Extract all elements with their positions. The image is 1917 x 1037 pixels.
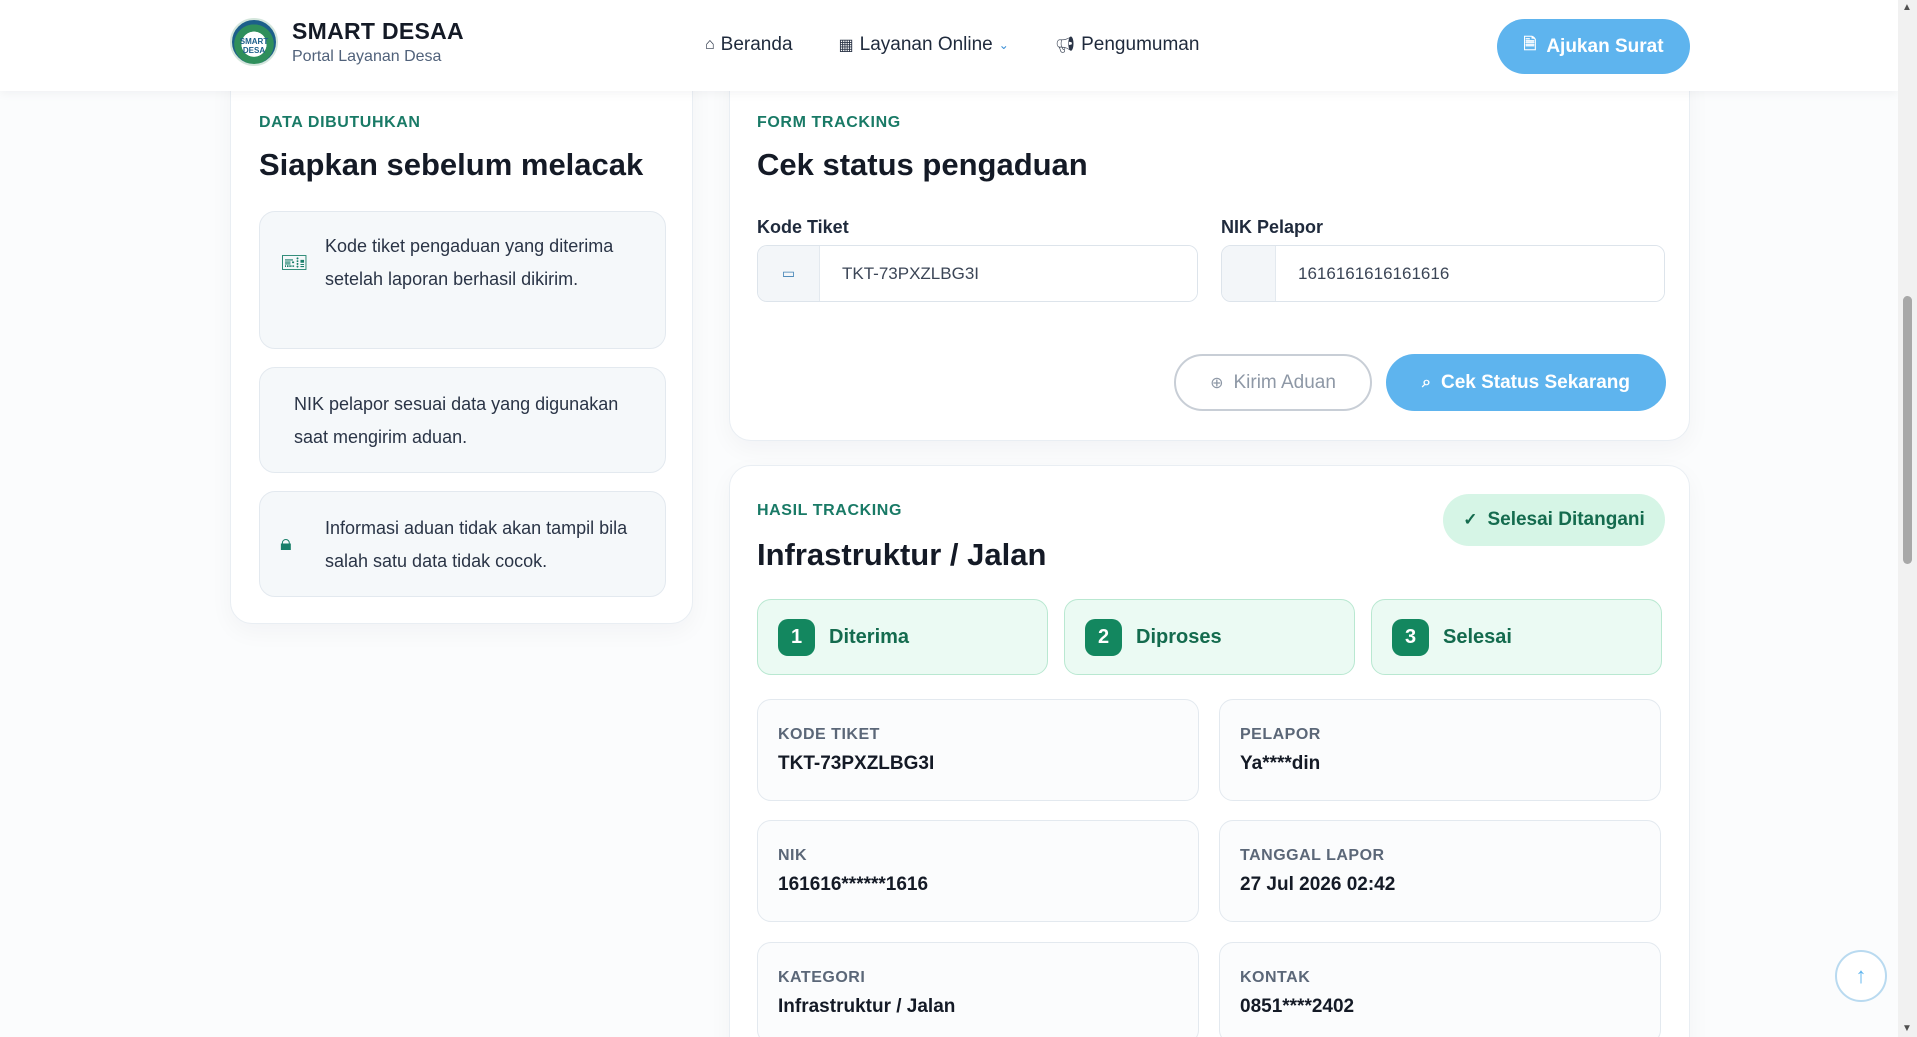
- scroll-down-arrow-icon[interactable]: ▼: [1902, 1023, 1912, 1034]
- step-number: 1: [778, 618, 815, 656]
- chevron-down-icon: ⌄: [998, 38, 1009, 52]
- detail-kode-tiket: KODE TIKET TKT-73PXZLBG3I: [757, 699, 1199, 801]
- brand[interactable]: SMART DESA SMART DESAA Portal Layanan De…: [230, 18, 464, 66]
- kirim-aduan-label: Kirim Aduan: [1233, 371, 1336, 393]
- status-label: Selesai Ditangani: [1487, 509, 1645, 530]
- prep-eyebrow: DATA DIBUTUHKAN: [259, 114, 421, 131]
- search-icon: ⌕: [1422, 373, 1431, 391]
- detail-label: NIK: [778, 847, 808, 864]
- prep-item-privacy: 🔒︎ Informasi aduan tidak akan tampil bil…: [259, 491, 666, 597]
- page-viewport: SMART DESA SMART DESAA Portal Layanan De…: [0, 0, 1898, 1037]
- cek-status-label: Cek Status Sekarang: [1440, 371, 1630, 393]
- main-nav: ⌂ Beranda ▦ Layanan Online ⌄ 📢︎ Pengumum…: [705, 34, 1245, 56]
- detail-tanggal-lapor: TANGGAL LAPOR 27 Jul 2026 02:42: [1219, 820, 1661, 922]
- detail-value: TKT-73PXZLBG3I: [778, 753, 935, 774]
- brand-text: SMART DESAA Portal Layanan Desa: [292, 18, 464, 66]
- lock-icon: 🔒︎: [280, 530, 292, 555]
- step-label: Selesai: [1443, 625, 1512, 648]
- detail-label: KODE TIKET: [778, 726, 880, 743]
- chat-plus-icon: ⊕: [1210, 374, 1224, 392]
- form-title: Cek status pengaduan: [757, 147, 1088, 182]
- megaphone-icon: 📢︎: [1054, 37, 1076, 54]
- nav-label: Beranda: [720, 34, 793, 55]
- status-badge: ✓ Selesai Ditangani: [1443, 494, 1665, 546]
- result-eyebrow: HASIL TRACKING: [757, 502, 902, 519]
- detail-pelapor: PELAPOR Ya****din: [1219, 699, 1661, 801]
- prep-item-nik: NIK pelapor sesuai data yang digunakan s…: [259, 367, 666, 473]
- village-logo: SMART DESA: [230, 18, 278, 66]
- nik-label: NIK Pelapor: [1221, 217, 1324, 237]
- kirim-aduan-button[interactable]: ⊕ Kirim Aduan: [1174, 354, 1372, 411]
- arrow-up-icon: ↑: [1855, 963, 1867, 988]
- grid-icon: ▦: [838, 37, 854, 54]
- nik-prefix: [1222, 246, 1276, 301]
- form-eyebrow: FORM TRACKING: [757, 114, 901, 131]
- page-scrollbar[interactable]: ▲ ▼: [1898, 0, 1917, 1037]
- check-circle-icon: ✓: [1463, 510, 1478, 529]
- brand-subtitle: Portal Layanan Desa: [292, 48, 442, 65]
- nav-label: Pengumuman: [1081, 34, 1200, 55]
- step-label: Diterima: [829, 625, 910, 648]
- detail-value: 0851****2402: [1240, 996, 1355, 1017]
- detail-value: Infrastruktur / Jalan: [778, 996, 956, 1017]
- step-number: 3: [1392, 618, 1429, 656]
- detail-label: PELAPOR: [1240, 726, 1321, 743]
- ticket-input[interactable]: [820, 246, 1197, 301]
- home-icon: ⌂: [705, 36, 715, 53]
- brand-title: SMART DESAA: [292, 18, 464, 44]
- detail-value: Ya****din: [1240, 753, 1321, 774]
- ajukan-surat-button[interactable]: 🗎 Ajukan Surat: [1497, 19, 1690, 74]
- step-label: Diproses: [1136, 625, 1222, 648]
- ajukan-surat-label: Ajukan Surat: [1546, 35, 1664, 57]
- step-diterima: 1 Diterima: [757, 599, 1048, 675]
- step-selesai: 3 Selesai: [1371, 599, 1662, 675]
- logo-text: SMART DESA: [239, 37, 269, 55]
- scrollbar-thumb[interactable]: [1903, 296, 1912, 564]
- step-number: 2: [1085, 618, 1122, 656]
- prep-item-text: Kode tiket pengaduan yang diterima setel…: [325, 236, 614, 289]
- prep-item-text: Informasi aduan tidak akan tampil bila s…: [325, 518, 628, 571]
- nik-input-group: [1221, 245, 1665, 302]
- nik-input[interactable]: [1276, 246, 1664, 301]
- result-title: Infrastruktur / Jalan: [757, 537, 1047, 572]
- nav-item-pengumuman[interactable]: 📢︎ Pengumuman: [1055, 34, 1200, 56]
- detail-nik: NIK 161616******1616: [757, 820, 1199, 922]
- nav-label: Layanan Online: [859, 34, 993, 55]
- ticket-icon: 🎫︎: [280, 250, 308, 275]
- nav-item-layanan-online[interactable]: ▦ Layanan Online ⌄: [839, 34, 1009, 56]
- prep-card: DATA DIBUTUHKAN Siapkan sebelum melacak …: [230, 60, 693, 624]
- detail-label: KATEGORI: [778, 969, 866, 986]
- detail-kategori: KATEGORI Infrastruktur / Jalan: [757, 942, 1199, 1037]
- ticket-input-group: ▭: [757, 245, 1198, 302]
- scroll-to-top-button[interactable]: ↑: [1835, 950, 1887, 1002]
- tracking-result-card: HASIL TRACKING Infrastruktur / Jalan ✓ S…: [729, 465, 1690, 1037]
- detail-value: 27 Jul 2026 02:42: [1240, 874, 1396, 895]
- ticket-label: Kode Tiket: [757, 217, 849, 237]
- cek-status-button[interactable]: ⌕ Cek Status Sekarang: [1386, 354, 1666, 411]
- ticket-icon: ▭: [758, 246, 820, 301]
- prep-title: Siapkan sebelum melacak: [259, 147, 644, 182]
- tracking-form-card: FORM TRACKING Cek status pengaduan Kode …: [729, 60, 1690, 441]
- document-icon: 🗎: [1523, 36, 1537, 53]
- detail-label: KONTAK: [1240, 969, 1311, 986]
- detail-value: 161616******1616: [778, 874, 929, 895]
- prep-item-text: NIK pelapor sesuai data yang digunakan s…: [294, 394, 619, 447]
- top-navbar: SMART DESA SMART DESAA Portal Layanan De…: [0, 0, 1898, 91]
- scroll-up-arrow-icon[interactable]: ▲: [1902, 2, 1912, 13]
- detail-kontak: KONTAK 0851****2402: [1219, 942, 1661, 1037]
- step-diproses: 2 Diproses: [1064, 599, 1355, 675]
- prep-item-ticket: 🎫︎ Kode tiket pengaduan yang diterima se…: [259, 211, 666, 349]
- nav-item-beranda[interactable]: ⌂ Beranda: [705, 34, 793, 56]
- detail-label: TANGGAL LAPOR: [1240, 847, 1385, 864]
